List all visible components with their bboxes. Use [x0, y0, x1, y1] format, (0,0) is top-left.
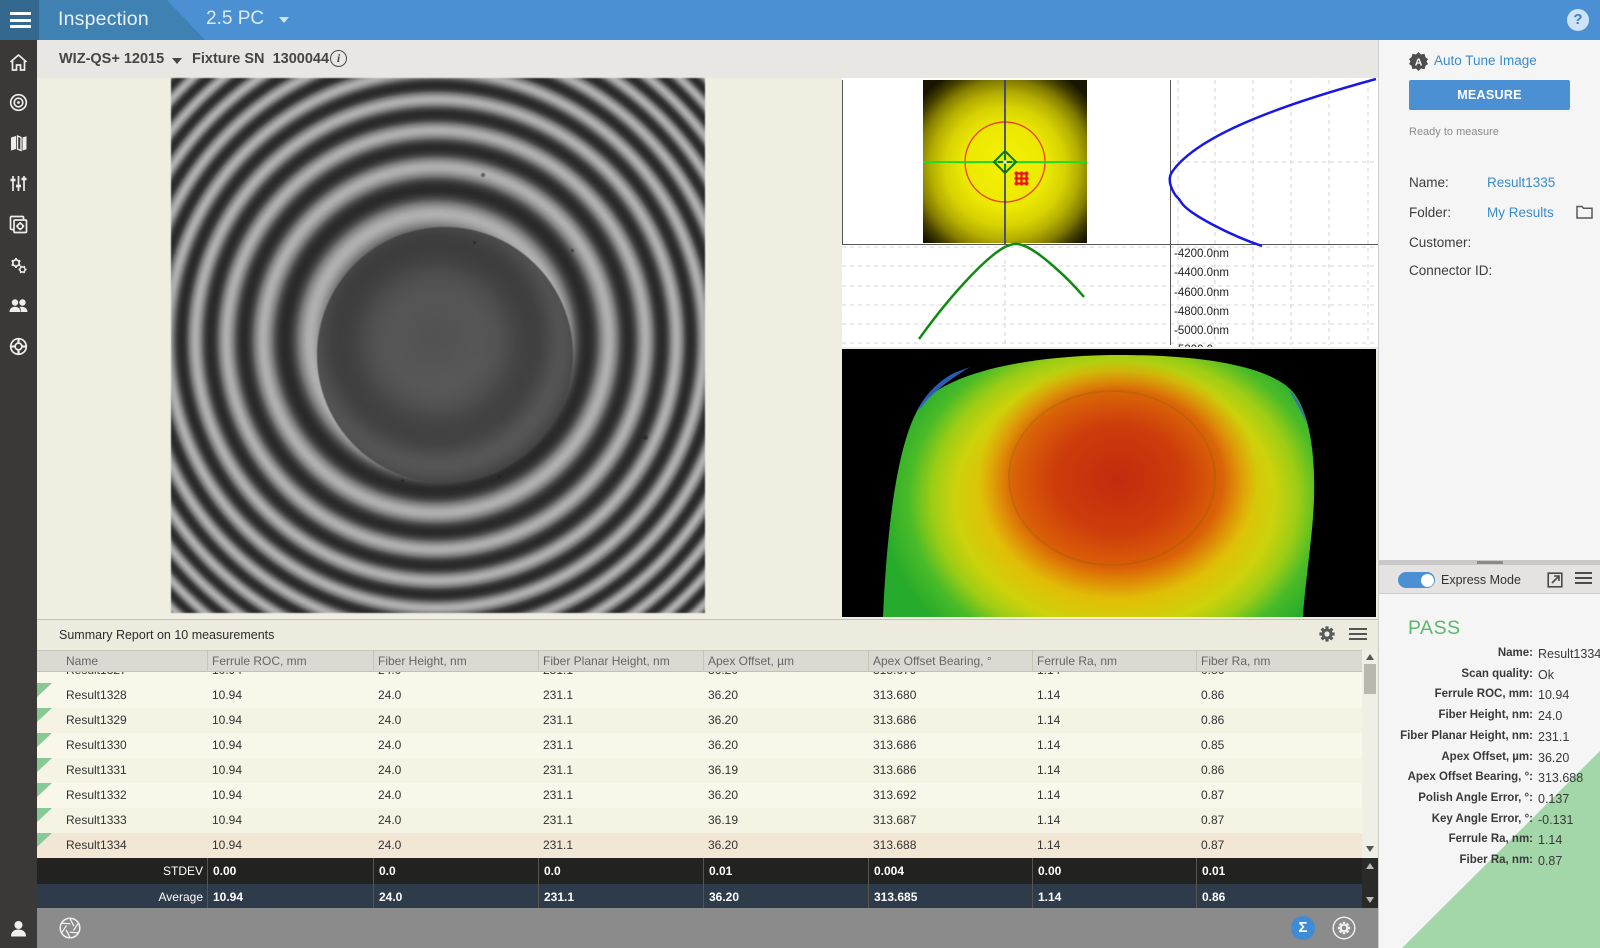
- svg-text:A: A: [1415, 57, 1423, 69]
